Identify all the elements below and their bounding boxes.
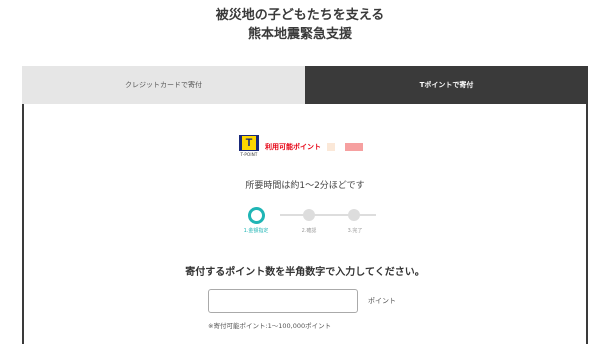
points-badge <box>345 143 363 151</box>
step-dot-complete <box>348 209 360 221</box>
available-points-row: T T-POINT 利用可能ポイント <box>239 135 363 159</box>
title-line-2: 熊本地震緊急支援 <box>247 27 352 42</box>
step-label-amount: 1.金額指定 <box>243 228 269 234</box>
tab-credit-card[interactable]: クレジットカードで寄付 <box>22 66 305 104</box>
available-points-label: 利用可能ポイント <box>265 143 321 151</box>
duration-text: 所要時間は約1～2分ほどです <box>245 181 365 191</box>
tab-tpoint[interactable]: Tポイントで寄付 <box>305 66 588 104</box>
donation-panel: T T-POINT 利用可能ポイント 所要時間は約1～2分ほどです 1.金額指定… <box>22 104 588 344</box>
points-unit-label: ポイント <box>368 297 396 305</box>
tpoint-logo: T T-POINT <box>239 135 259 157</box>
points-amount-input[interactable] <box>208 289 358 313</box>
points-value-placeholder <box>327 143 335 151</box>
page-title: 被災地の子どもたちを支える 熊本地震緊急支援 <box>0 6 600 44</box>
step-dot-confirm <box>303 209 315 221</box>
step-label-complete: 3.完了 <box>347 228 363 234</box>
title-line-1: 被災地の子どもたちを支える <box>215 8 385 23</box>
step-dot-amount <box>248 207 265 224</box>
instruction-text: 寄付するポイント数を半角数字で入力してください。 <box>185 267 425 278</box>
points-limit-note: ※寄付可能ポイント:1～100,000ポイント <box>208 322 332 330</box>
progress-steps: 1.金額指定 2.確認 3.完了 <box>234 207 376 239</box>
payment-tabs: クレジットカードで寄付 Tポイントで寄付 <box>22 66 588 104</box>
step-label-confirm: 2.確認 <box>301 228 317 234</box>
